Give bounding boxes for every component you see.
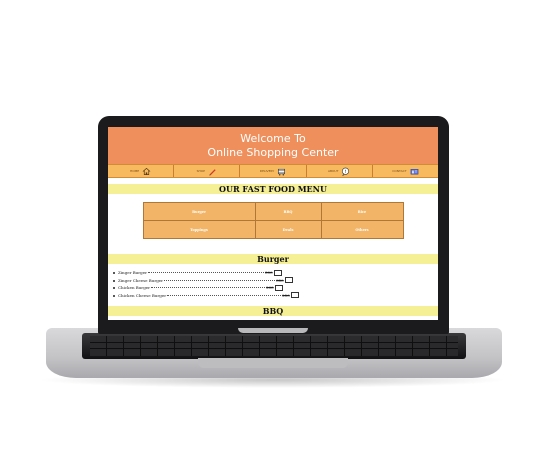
contact-card-icon [410,168,418,174]
laptop-trackpad [198,358,348,368]
item-price: 300 [265,270,273,275]
item-name: Zinger Cheese Burger [118,277,164,283]
list-item: Chicken Cheese Burger 250 [113,292,438,300]
site-title-line1: Welcome To [240,132,306,145]
item-name: Zinger Burger [118,270,148,275]
nav-label-delivery: DELIVERY [259,169,275,173]
nav-item-about[interactable]: ABOUT [307,165,373,177]
nav-label-contact: CONTACT [392,169,407,173]
main-nav: HOME SHOP DELIVERY ABOUT CONTACT [108,164,438,178]
dotted-leader [148,272,265,274]
quantity-box[interactable] [284,277,293,284]
quantity-box[interactable] [290,292,299,299]
burger-item-list: Zinger Burger 300 Zinger Cheese Burger 3… [108,269,438,299]
item-price: 250 [282,292,290,298]
quantity-box[interactable] [274,284,283,291]
menu-title: OUR FAST FOOD MENU [108,184,438,194]
nav-item-home[interactable]: HOME [108,165,175,177]
category-toppings[interactable]: Toppings [143,221,256,239]
category-burger[interactable]: Burger [143,203,256,221]
category-rice[interactable]: Rice [321,203,404,221]
menu-category-grid: Burger BBQ Rice Toppings Deals Others [142,202,404,239]
category-others[interactable]: Others [321,221,404,239]
item-price: 350 [276,277,284,283]
cart-icon [278,168,286,176]
item-name: Chicken Cheese Burger [118,292,167,298]
site-header: Welcome To Online Shopping Center [108,127,438,164]
category-deals[interactable]: Deals [255,221,322,239]
item-price: 200 [266,285,274,290]
laptop-keyboard [90,336,458,356]
dotted-leader [167,294,282,296]
quantity-box[interactable] [273,269,282,276]
nav-item-contact[interactable]: CONTACT [373,165,438,177]
nav-label-home: HOME [130,169,140,173]
list-item: Zinger Burger 300 [113,269,438,277]
list-item: Zinger Cheese Burger 350 [113,277,438,285]
site-title-line2: Online Shopping Center [207,146,339,159]
dotted-leader [151,287,266,289]
home-icon [142,167,151,175]
list-item: Chicken Burger 200 [113,284,438,292]
dotted-leader [164,279,276,281]
nav-item-delivery[interactable]: DELIVERY [240,165,307,177]
speech-bubble-icon [342,167,350,176]
laptop-hinge [238,328,308,333]
burger-section-heading: Burger [108,254,438,264]
category-bbq[interactable]: BBQ [255,203,322,221]
nav-label-shop: SHOP [196,169,205,173]
item-name: Chicken Burger [118,285,151,290]
bbq-section-heading: BBQ [108,306,438,316]
pen-icon [209,168,216,176]
nav-item-shop[interactable]: SHOP [174,165,241,177]
laptop-screen: Welcome To Online Shopping Center HOME S… [108,127,438,320]
nav-label-about: ABOUT [327,169,339,173]
